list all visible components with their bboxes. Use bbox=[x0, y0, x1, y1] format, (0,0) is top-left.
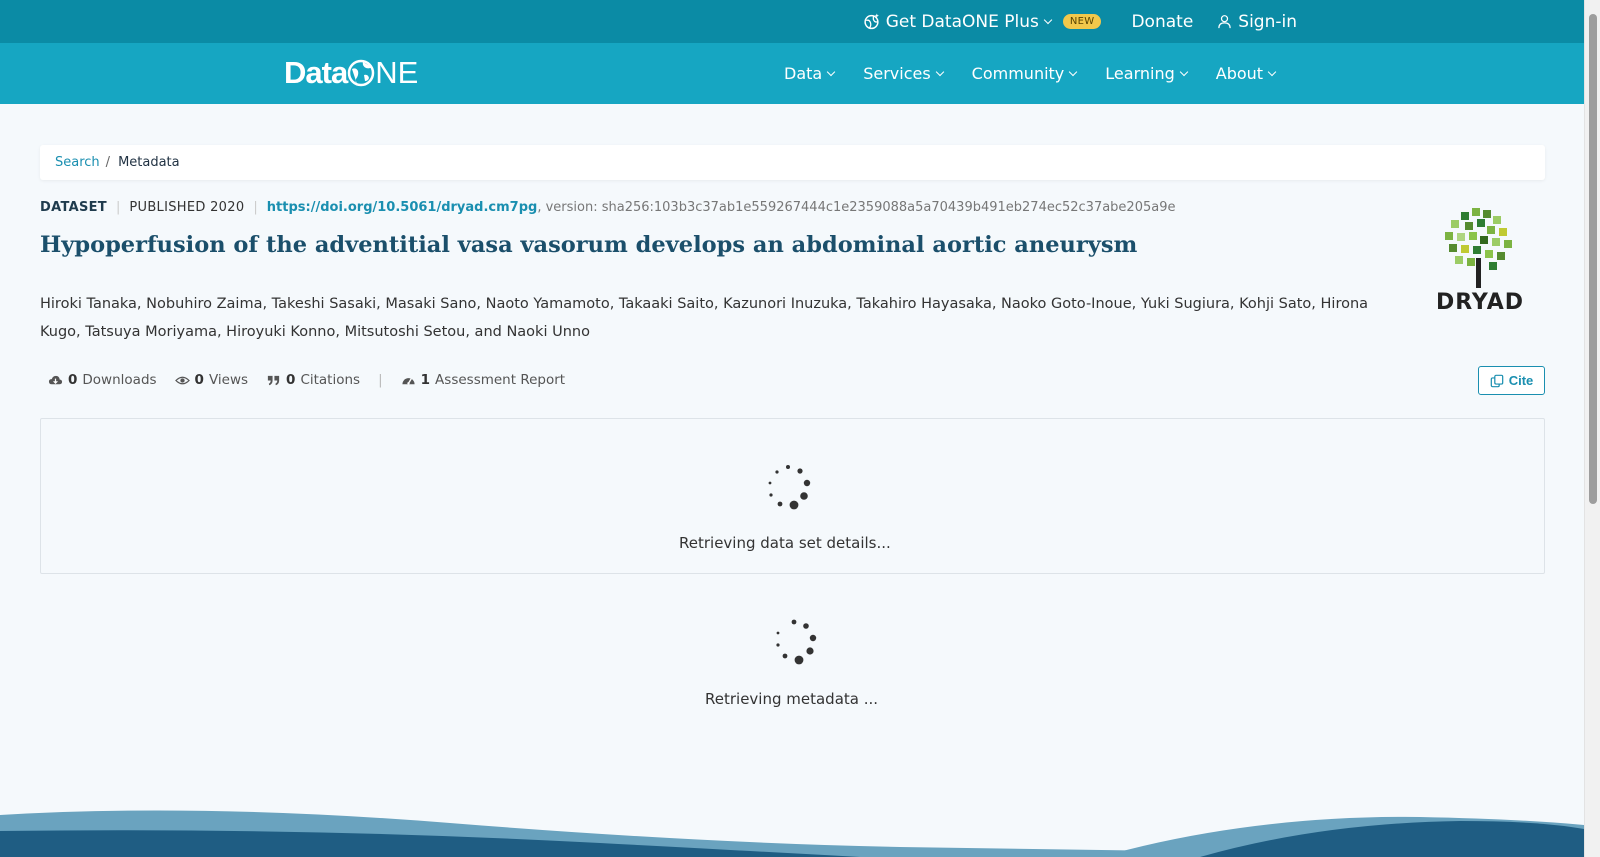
dataone-logo[interactable]: Data NE bbox=[284, 55, 418, 91]
cite-button[interactable]: Cite bbox=[1478, 366, 1545, 395]
breadcrumb-current: Metadata bbox=[118, 155, 180, 170]
main-navigation: Data NE Data Services Community Learning bbox=[0, 43, 1584, 104]
eye-icon bbox=[174, 376, 190, 384]
meta-divider: | bbox=[253, 200, 258, 215]
nav-services-label: Services bbox=[863, 64, 931, 83]
quote-icon bbox=[267, 375, 280, 385]
nav-about-label: About bbox=[1215, 64, 1264, 83]
page-scrollbar[interactable] bbox=[1584, 0, 1600, 857]
breadcrumb-separator: / bbox=[105, 155, 111, 170]
published-year-label: PUBLISHED 2020 bbox=[129, 200, 245, 215]
metrics-bar: 0 Downloads 0 Views 0 Citations | 1 Asse… bbox=[48, 372, 583, 388]
downloads-label: Downloads bbox=[82, 372, 157, 388]
downloads-metric[interactable]: 0 Downloads bbox=[48, 372, 157, 388]
logo-one-text: NE bbox=[347, 55, 418, 91]
new-badge: NEW bbox=[1062, 14, 1102, 29]
dryad-tree-icon bbox=[1445, 208, 1512, 288]
dryad-repository-logo[interactable]: DRYAD bbox=[1425, 206, 1535, 321]
copy-icon bbox=[1490, 374, 1504, 387]
cloud-download-icon bbox=[48, 375, 63, 384]
logo-ne-text: NE bbox=[375, 55, 419, 90]
chevron-down-icon bbox=[1069, 67, 1078, 76]
dryad-wordmark: DRYAD bbox=[1435, 290, 1525, 315]
chevron-down-icon bbox=[826, 67, 836, 76]
cite-label: Cite bbox=[1508, 373, 1534, 388]
dataset-type-label: DATASET bbox=[40, 200, 107, 215]
loading-spinner-icon bbox=[768, 465, 811, 510]
get-dataone-plus-menu[interactable]: Get DataONE Plus NEW bbox=[863, 12, 1102, 32]
meta-divider: | bbox=[115, 200, 121, 215]
chevron-down-icon bbox=[1179, 67, 1188, 76]
donate-link[interactable]: Donate bbox=[1125, 12, 1193, 32]
version-hash: , version: sha256:103b3c37ab1e559267444c… bbox=[537, 200, 1176, 215]
chevron-down-icon bbox=[1267, 67, 1277, 76]
nav-learning-label: Learning bbox=[1105, 64, 1175, 83]
details-loading-text: Retrieving data set details... bbox=[679, 534, 891, 552]
views-metric[interactable]: 0 Views bbox=[174, 372, 249, 388]
author-list: Hiroki Tanaka, Nobuhiro Zaima, Takeshi S… bbox=[40, 296, 1369, 340]
gauge-icon bbox=[402, 377, 415, 385]
metadata-loading-text: Retrieving metadata ... bbox=[705, 690, 879, 708]
breadcrumb: Search / Metadata bbox=[40, 145, 1545, 180]
chevron-down-icon bbox=[1043, 15, 1053, 24]
citations-count: 0 bbox=[286, 372, 296, 388]
doi-link[interactable]: https://doi.org/10.5061/dryad.cm7pg bbox=[267, 200, 538, 215]
nav-data[interactable]: Data bbox=[784, 64, 836, 83]
scrollbar-thumb[interactable] bbox=[1589, 14, 1597, 504]
nav-services[interactable]: Services bbox=[863, 64, 944, 83]
views-label: Views bbox=[208, 372, 249, 388]
assessment-label: Assessment Report bbox=[435, 372, 566, 388]
chevron-down-icon bbox=[935, 67, 944, 76]
nav-links: Data Services Community Learning About bbox=[784, 43, 1277, 104]
dataset-meta-line: DATASET | PUBLISHED 2020 | https://doi.o… bbox=[40, 200, 1175, 215]
nav-about[interactable]: About bbox=[1215, 64, 1277, 83]
user-icon bbox=[1218, 15, 1232, 29]
downloads-count: 0 bbox=[68, 372, 78, 388]
nav-community-label: Community bbox=[971, 64, 1065, 83]
metrics-divider: | bbox=[378, 372, 383, 388]
dataset-title: Hypoperfusion of the adventitial vasa va… bbox=[40, 232, 1138, 258]
nav-learning[interactable]: Learning bbox=[1105, 64, 1188, 83]
assessment-metric[interactable]: 1 Assessment Report bbox=[401, 372, 565, 388]
citations-label: Citations bbox=[300, 372, 361, 388]
dataset-details-panel: Retrieving data set details... bbox=[40, 418, 1545, 574]
nav-data-label: Data bbox=[784, 64, 823, 83]
citations-metric[interactable]: 0 Citations bbox=[266, 372, 360, 388]
footer-waves bbox=[0, 810, 1584, 857]
top-utility-bar: Get DataONE Plus NEW Donate Sign-in bbox=[0, 0, 1584, 43]
views-count: 0 bbox=[194, 372, 204, 388]
assessment-count: 1 bbox=[420, 372, 431, 388]
logo-data-text: Data bbox=[284, 55, 348, 90]
globe-o-icon bbox=[347, 59, 375, 87]
sign-in-label: Sign-in bbox=[1238, 11, 1297, 32]
sign-in-link[interactable]: Sign-in bbox=[1217, 12, 1297, 32]
donate-label: Donate bbox=[1131, 11, 1194, 32]
breadcrumb-search-link[interactable]: Search bbox=[55, 155, 100, 170]
nav-community[interactable]: Community bbox=[971, 64, 1078, 83]
globe-sparkle-icon bbox=[864, 13, 879, 30]
get-dataone-plus-label: Get DataONE Plus bbox=[885, 11, 1039, 32]
loading-spinner-icon bbox=[776, 619, 817, 665]
